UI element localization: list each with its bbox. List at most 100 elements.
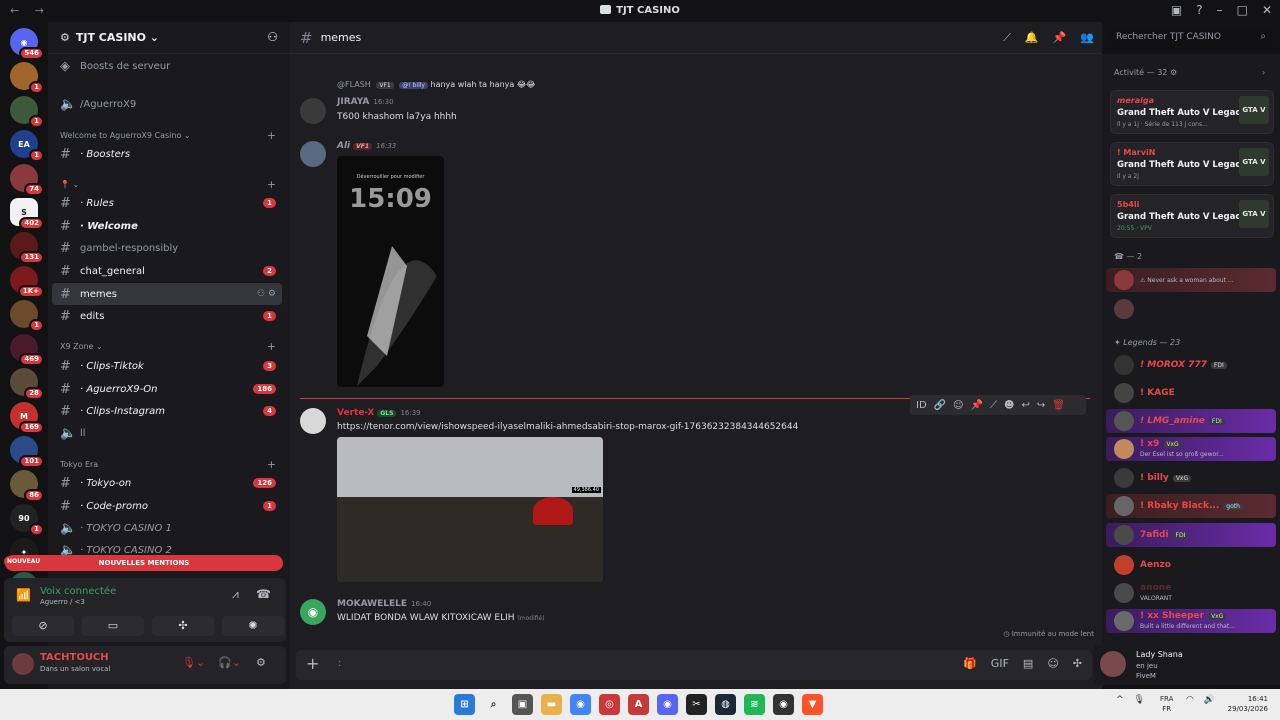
camera-off-button[interactable]: ⊘ xyxy=(12,616,74,636)
server-icon[interactable]: EA 1 xyxy=(10,130,44,162)
voice-tokyo-casino-1[interactable]: 🔈 · TOKYO CASINO 1 xyxy=(48,517,290,539)
member-row[interactable]: ! MOROX 777 FDI xyxy=(1106,353,1276,377)
brave-icon[interactable]: ▼ xyxy=(802,694,823,715)
avatar[interactable]: ◉ xyxy=(300,599,326,625)
signal-icon[interactable]: 📶 xyxy=(16,588,31,602)
disconnect-icon[interactable]: ☎ xyxy=(256,587,271,601)
steam-icon[interactable]: ◍ xyxy=(715,694,736,715)
noise-suppression-icon[interactable]: ⩘ xyxy=(232,587,239,602)
minimize-button[interactable]: – xyxy=(1217,3,1223,17)
server-icon[interactable]: 131 xyxy=(10,232,44,264)
message-input[interactable]: : xyxy=(338,658,341,669)
channel-settings-icon[interactable]: ⚇ ⚙ xyxy=(257,289,276,299)
chevron-right-icon[interactable]: › xyxy=(1262,68,1265,77)
sticker-icon[interactable]: ▤ xyxy=(1023,657,1033,670)
member-row[interactable]: ! Rbaky Black... goth xyxy=(1106,494,1276,518)
apps-icon[interactable]: ✣ xyxy=(1073,657,1082,670)
member-row[interactable]: Aenzo xyxy=(1106,553,1276,577)
channel-clips-instagram[interactable]: # · Clips-Instagram 4 xyxy=(48,400,290,422)
channel-code-promo[interactable]: # · Code-promo 1 xyxy=(48,495,290,517)
server-icon[interactable]: S 402 xyxy=(10,198,44,230)
members-icon[interactable]: 👥 xyxy=(1080,31,1094,45)
maximize-button[interactable]: □ xyxy=(1237,3,1248,17)
author[interactable]: Ali VF1 16:33 xyxy=(337,141,396,151)
mic-icon[interactable]: 🎙 xyxy=(1134,695,1145,705)
add-channel-icon[interactable]: + xyxy=(267,340,276,353)
bell-icon[interactable]: 🔔 xyxy=(1025,31,1039,45)
server-icon[interactable]: 74 xyxy=(10,164,44,196)
channel-boosters[interactable]: # · Boosters xyxy=(48,143,290,165)
volume-icon[interactable]: 🔊 xyxy=(1204,695,1215,705)
channel-memes[interactable]: # memes ⚇ ⚙ xyxy=(52,283,282,305)
voice-channel-path[interactable]: Aguerro / <3 xyxy=(40,598,85,606)
activity-card[interactable]: meraiga Grand Theft Auto V Legacy Il y a… xyxy=(1110,90,1274,134)
delete-icon[interactable]: 🗑 xyxy=(1052,400,1065,411)
member-row[interactable]: ! KAGE xyxy=(1106,381,1276,405)
screen-share-button[interactable]: ▭ xyxy=(82,616,144,636)
reaction-icon[interactable]: ☺ xyxy=(953,400,963,411)
reply-icon[interactable]: ↩ xyxy=(1021,400,1029,411)
obs-icon[interactable]: ◉ xyxy=(773,694,794,715)
link-icon[interactable]: 🔗 xyxy=(934,400,946,411)
taskbar-clock[interactable]: 16:41 29/03/2026 xyxy=(1228,694,1268,714)
activity-card[interactable]: ! MarviN Grand Theft Auto V Legacy Il y … xyxy=(1110,142,1274,186)
file-explorer-icon[interactable]: ▬ xyxy=(541,694,562,715)
discord-icon[interactable]: ◉ xyxy=(657,694,678,715)
username[interactable]: TACHTOUCH xyxy=(40,652,109,663)
activity-card[interactable]: 5b4li Grand Theft Auto V Legacy 20:55 · … xyxy=(1110,194,1274,238)
channel-welcome[interactable]: # · Welcome xyxy=(48,215,290,237)
member-row[interactable]: ! xx Sheeper VxG Built a little different … xyxy=(1106,609,1276,633)
category-welcome[interactable]: Welcome to AguerroX9 Casino ⌄ + xyxy=(48,127,290,143)
thread-icon[interactable]: ⟋ xyxy=(990,400,997,411)
channel-chat-general[interactable]: # chat_general 2 xyxy=(48,260,290,282)
start-icon[interactable]: ⊞ xyxy=(454,694,475,715)
search-input[interactable]: Rechercher TJT CASINO ⌕ xyxy=(1110,27,1272,48)
add-channel-icon[interactable]: + xyxy=(267,458,276,471)
server-icon[interactable]: 28 xyxy=(10,368,44,400)
live-activity-card[interactable]: Lady Shana en jeu FiveM xyxy=(1094,645,1280,685)
member-row[interactable]: ! billy VxG xyxy=(1106,466,1276,490)
channel-gambel[interactable]: # gambel-responsibly xyxy=(48,237,290,259)
avatar[interactable] xyxy=(300,98,326,124)
gif-embed[interactable]: 49,386.40 xyxy=(337,437,603,582)
message-link[interactable]: https://tenor.com/view/ishowspeed-ilyase… xyxy=(337,422,798,432)
mute-icon[interactable]: 🎙⌄ xyxy=(182,656,205,669)
server-icon[interactable]: 469 xyxy=(10,334,44,366)
author[interactable]: Verte-X GLS 16:39 xyxy=(337,408,421,418)
emoji-icon[interactable]: ☻ xyxy=(1004,400,1014,411)
member-row[interactable]: ! x9 VxG Der Esel ist so groß gewor... xyxy=(1106,437,1276,461)
wifi-icon[interactable]: ◠ xyxy=(1186,695,1194,705)
member-row[interactable]: anone VALORANT xyxy=(1106,581,1276,605)
gif-icon[interactable]: GIF xyxy=(991,657,1009,670)
user-settings-icon[interactable]: ⚙ xyxy=(256,656,266,669)
attach-button[interactable]: + xyxy=(306,654,319,673)
id-icon[interactable]: ID xyxy=(916,400,927,411)
capcut-icon[interactable]: ✂ xyxy=(686,694,707,715)
chevron-up-icon[interactable]: ^ xyxy=(1116,695,1124,705)
author[interactable]: JIRAYA 16:30 xyxy=(337,97,394,107)
close-button[interactable]: ✕ xyxy=(1262,3,1272,17)
deafen-icon[interactable]: 🎧⌄ xyxy=(218,656,241,669)
category-x9[interactable]: X9 Zone ⌄ + xyxy=(48,338,290,354)
member-row[interactable]: 7afidi FDI xyxy=(1106,523,1276,547)
app-icon[interactable]: ◎ xyxy=(599,694,620,715)
server-header[interactable]: ⚙ TJT CASINO ⌄ ⚇ xyxy=(48,22,290,54)
forward-icon[interactable]: ↪ xyxy=(1037,400,1045,411)
language-indicator[interactable]: FRA FR xyxy=(1160,694,1173,714)
server-icon[interactable]: 1 xyxy=(10,300,44,332)
channel-tokyo-on[interactable]: # · Tokyo-on 126 xyxy=(48,472,290,494)
category-tokyo[interactable]: Tokyo Era + xyxy=(48,456,290,472)
voice-channel-ll[interactable]: 🔈 ll xyxy=(48,422,290,444)
acrobat-icon[interactable]: A xyxy=(628,694,649,715)
channel-aguerrox9-on[interactable]: # · AguerroX9-On 186 xyxy=(48,378,290,400)
avatar[interactable] xyxy=(300,141,326,167)
pin-icon[interactable]: 📌 xyxy=(1053,31,1067,45)
image-attachment[interactable]: Déverrouiller pour modifier 15:09 xyxy=(337,156,444,387)
reply-preview[interactable]: @FLASH VF1 @! billy hanya wlah ta hanya … xyxy=(337,80,536,89)
server-icon[interactable]: 1 xyxy=(10,96,44,128)
member-row[interactable]: ⚠ Never ask a woman about ... xyxy=(1106,268,1276,292)
pin-icon[interactable]: 📌 xyxy=(971,400,983,411)
voice-status[interactable]: Voix connectée xyxy=(40,586,116,597)
inbox-icon[interactable]: ▣ xyxy=(1171,3,1182,17)
member-row[interactable] xyxy=(1106,297,1276,321)
